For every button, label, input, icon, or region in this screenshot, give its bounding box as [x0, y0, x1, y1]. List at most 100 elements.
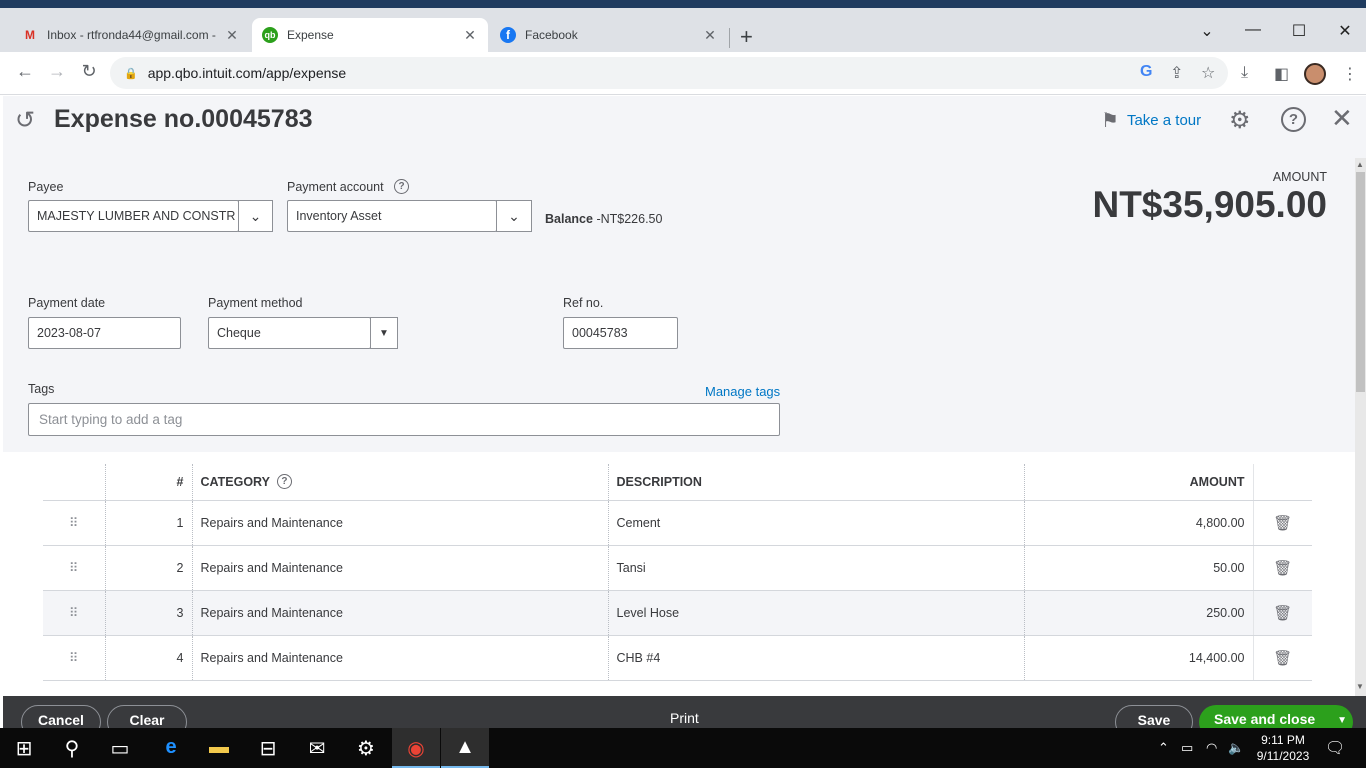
new-tab-plus-icon[interactable]: +	[740, 24, 753, 50]
photos-icon[interactable]: ▲	[453, 736, 477, 759]
page-scrollbar[interactable]: ▲ ▼	[1355, 158, 1366, 696]
chrome-icon[interactable]: ◉	[404, 736, 428, 761]
payment-date-label: Payment date	[28, 296, 106, 310]
print-button[interactable]: Print	[670, 710, 699, 726]
close-icon[interactable]: ✕	[462, 27, 478, 44]
google-icon[interactable]: G	[1140, 63, 1152, 81]
category-header-label: CATEGORY	[200, 474, 270, 489]
address-bar[interactable]: 🔒 app.qbo.intuit.com/app/expense G ⇪ ☆	[110, 57, 1228, 89]
gear-icon[interactable]: ⚙	[1229, 106, 1251, 135]
window-close-icon[interactable]: ✕	[1322, 21, 1366, 41]
manage-tags-link[interactable]: Manage tags	[705, 384, 780, 399]
row-description[interactable]: CHB #4	[607, 635, 1024, 681]
trash-icon[interactable]: 🗑	[1252, 545, 1312, 591]
store-icon[interactable]: ⊟	[256, 736, 280, 761]
table-row[interactable]: ⠿ 1 Repairs and Maintenance Cement 4,800…	[43, 500, 1312, 546]
save-button[interactable]: Save	[1115, 705, 1193, 728]
trash-icon[interactable]: 🗑	[1252, 635, 1312, 681]
help-icon[interactable]: ?	[1281, 107, 1306, 132]
settings-gear-icon[interactable]: ⚙	[354, 736, 378, 761]
amount-label: AMOUNT	[1272, 170, 1327, 184]
row-amount[interactable]: 4,800.00	[1023, 500, 1253, 546]
tags-input[interactable]: Start typing to add a tag	[28, 403, 780, 436]
profile-avatar[interactable]	[1304, 63, 1326, 85]
payee-dropdown-chevron-icon[interactable]: ⌄	[238, 200, 273, 232]
page-header: ↺ Expense no.00045783 ⚑ Take a tour ⚙ ? …	[3, 96, 1366, 144]
taskbar-clock[interactable]: 9:11 PM 9/11/2023	[1248, 732, 1318, 764]
row-description[interactable]: Cement	[607, 500, 1024, 546]
trash-icon[interactable]: 🗑	[1252, 500, 1312, 546]
caret-down-icon[interactable]: ▼	[1337, 715, 1347, 726]
volume-muted-icon[interactable]: 🔈	[1228, 740, 1244, 756]
browser-toolbar: ← → ↻ 🔒 app.qbo.intuit.com/app/expense G…	[0, 52, 1366, 95]
payee-field[interactable]: MAJESTY LUMBER AND CONSTR	[28, 200, 239, 232]
table-row[interactable]: ⠿ 4 Repairs and Maintenance CHB #4 14,40…	[43, 635, 1312, 681]
mail-icon[interactable]: ✉	[305, 736, 329, 761]
edge-browser-icon[interactable]: e	[159, 736, 183, 759]
share-icon[interactable]: ⇪	[1170, 63, 1183, 83]
notification-icon[interactable]: 🗨	[1325, 738, 1345, 758]
row-category[interactable]: Repairs and Maintenance	[191, 500, 608, 546]
close-icon[interactable]: ✕	[702, 27, 718, 44]
minimize-icon[interactable]: —	[1230, 21, 1276, 39]
take-tour-link[interactable]: ⚑ Take a tour	[1101, 108, 1201, 133]
drag-handle-icon[interactable]: ⠿	[43, 590, 105, 636]
search-icon[interactable]: ⚲	[60, 736, 84, 761]
scrollbar-thumb[interactable]	[1356, 172, 1365, 392]
row-number: 2	[104, 545, 192, 591]
browser-tab-strip: M Inbox - rtfronda44@gmail.com - ✕ qb Ex…	[0, 0, 1366, 52]
ref-no-field[interactable]: 00045783	[563, 317, 678, 349]
row-amount[interactable]: 14,400.00	[1023, 635, 1253, 681]
drag-handle-icon[interactable]: ⠿	[43, 500, 105, 546]
help-icon[interactable]: ?	[276, 474, 292, 490]
scroll-down-arrow-icon[interactable]: ▼	[1356, 682, 1364, 691]
payment-account-field[interactable]: Inventory Asset	[287, 200, 497, 232]
maximize-icon[interactable]: ☐	[1276, 21, 1322, 41]
row-category[interactable]: Repairs and Maintenance	[191, 590, 608, 636]
file-explorer-icon[interactable]: ▬	[207, 736, 231, 759]
payment-method-field[interactable]: Cheque	[208, 317, 371, 349]
bookmark-star-icon[interactable]: ☆	[1201, 63, 1215, 83]
row-amount[interactable]: 50.00	[1023, 545, 1253, 591]
wifi-icon[interactable]: ◠	[1206, 740, 1217, 756]
row-category[interactable]: Repairs and Maintenance	[191, 545, 608, 591]
help-icon[interactable]: ?	[394, 179, 409, 194]
task-view-icon[interactable]: ▭	[108, 736, 132, 761]
download-icon[interactable]: ⤓	[1241, 64, 1248, 82]
tab-gmail-inbox[interactable]: M Inbox - rtfronda44@gmail.com - ✕	[12, 18, 250, 52]
close-icon[interactable]: ✕	[1331, 103, 1353, 134]
close-icon[interactable]: ✕	[224, 27, 240, 44]
payment-method-dropdown-caret-icon[interactable]: ▼	[370, 317, 398, 349]
tags-label: Tags	[28, 382, 55, 396]
row-description[interactable]: Tansi	[607, 545, 1024, 591]
tab-title: Expense	[287, 28, 334, 42]
payment-account-dropdown-chevron-icon[interactable]: ⌄	[496, 200, 532, 232]
save-and-close-button[interactable]: Save and close ▼	[1199, 705, 1353, 728]
table-row[interactable]: ⠿ 3 Repairs and Maintenance Level Hose 2…	[43, 590, 1312, 636]
drag-handle-icon[interactable]: ⠿	[43, 635, 105, 681]
trash-icon[interactable]: 🗑	[1252, 590, 1312, 636]
drag-handle-icon[interactable]: ⠿	[43, 545, 105, 591]
tab-search-chevron-icon[interactable]: ⌄	[1184, 21, 1230, 41]
delete-column-header	[1252, 464, 1312, 501]
row-description[interactable]: Level Hose	[607, 590, 1024, 636]
clear-button[interactable]: Clear	[107, 705, 187, 728]
drag-column-header	[43, 464, 105, 501]
row-category[interactable]: Repairs and Maintenance	[191, 635, 608, 681]
battery-icon[interactable]: ▭	[1181, 740, 1193, 756]
tab-expense[interactable]: qb Expense ✕	[252, 18, 488, 52]
reload-icon[interactable]: ↻	[77, 61, 101, 82]
tray-chevron-up-icon[interactable]: ⌃	[1158, 740, 1169, 756]
kebab-menu-icon[interactable]: ⋮	[1342, 64, 1358, 84]
tab-facebook[interactable]: f Facebook ✕	[490, 18, 728, 52]
back-arrow-icon[interactable]: ←	[13, 61, 37, 82]
payment-date-field[interactable]: 2023-08-07	[28, 317, 181, 349]
cancel-button[interactable]: Cancel	[21, 705, 101, 728]
side-panel-icon[interactable]: ◧	[1274, 64, 1289, 84]
scroll-up-arrow-icon[interactable]: ▲	[1356, 160, 1364, 169]
windows-start-icon[interactable]: ⊞	[12, 736, 36, 761]
history-icon[interactable]: ↺	[15, 106, 35, 135]
table-row[interactable]: ⠿ 2 Repairs and Maintenance Tansi 50.00 …	[43, 545, 1312, 591]
forward-arrow-icon[interactable]: →	[45, 61, 69, 82]
row-amount[interactable]: 250.00	[1023, 590, 1253, 636]
